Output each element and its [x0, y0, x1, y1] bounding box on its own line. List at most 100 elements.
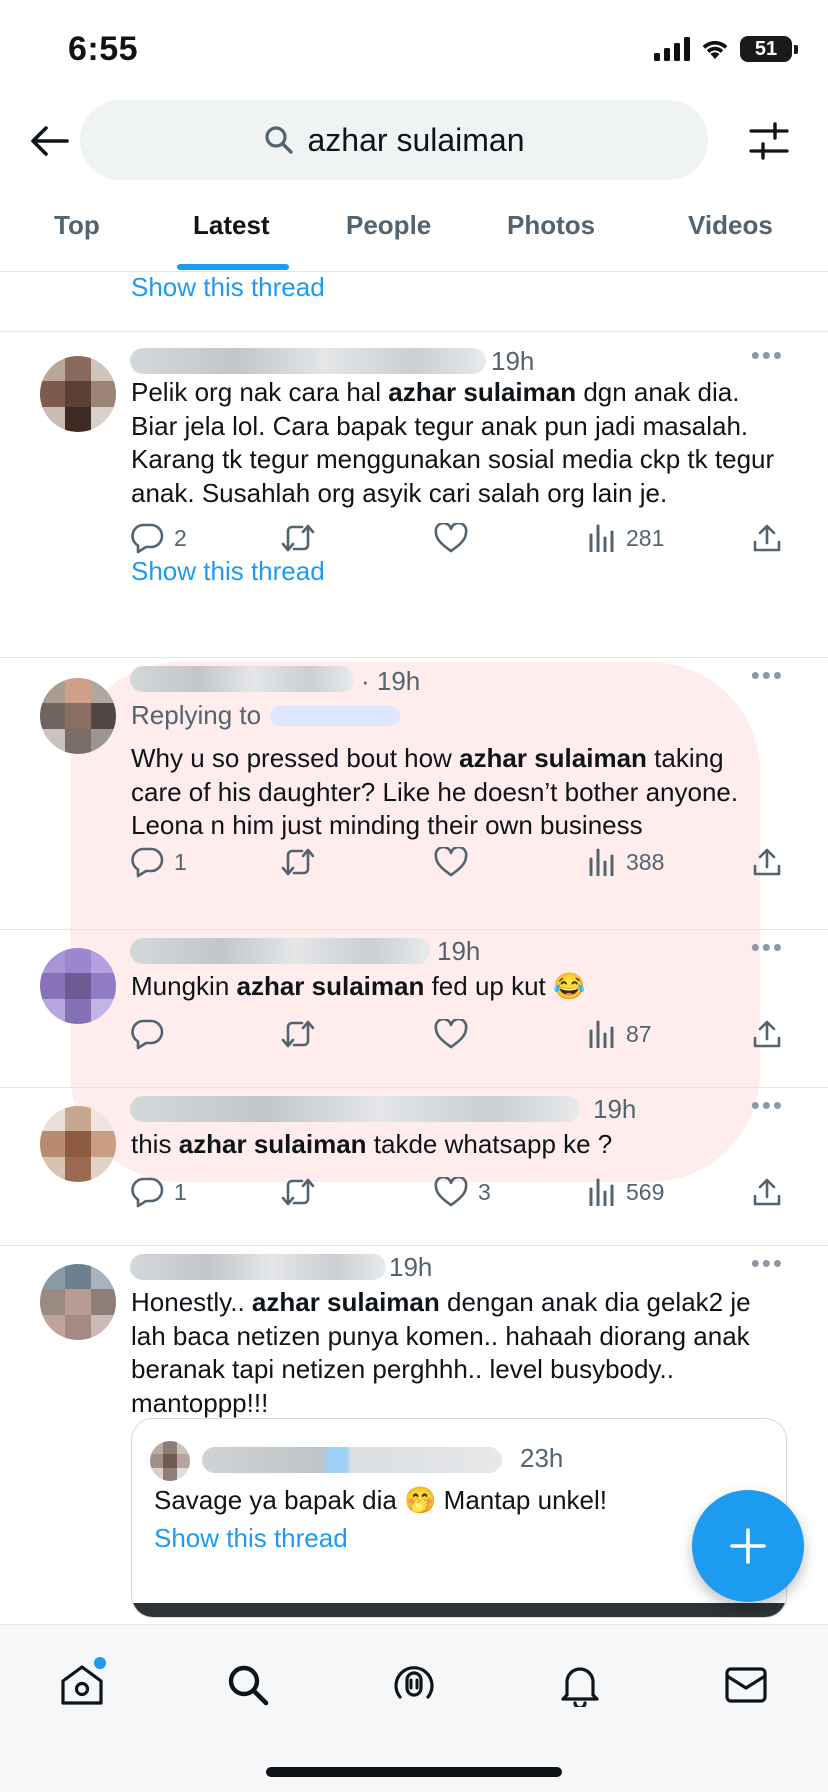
reply-count: 1 — [174, 1178, 187, 1205]
retweet-icon — [281, 1020, 315, 1048]
signal-icon — [654, 37, 690, 61]
tweet-actions: 2 281 — [130, 518, 790, 558]
reply-count: 2 — [174, 524, 187, 551]
heart-icon — [434, 847, 468, 877]
compose-button[interactable] — [692, 1490, 804, 1602]
like-button[interactable] — [434, 518, 468, 558]
retweet-icon — [281, 1178, 315, 1206]
back-button[interactable] — [26, 118, 72, 164]
tweet-text: Pelik org nak cara hal azhar sulaiman dg… — [131, 377, 775, 508]
reply-button[interactable]: 1 — [130, 842, 187, 882]
views-count: 388 — [626, 848, 665, 875]
heart-icon — [434, 1177, 468, 1207]
like-button[interactable] — [434, 842, 468, 882]
author-name-redacted — [130, 938, 430, 964]
author-name-redacted — [130, 666, 354, 692]
views-count: 87 — [626, 1020, 652, 1047]
tweet-time: 19h — [491, 346, 535, 376]
retweet-button[interactable] — [280, 842, 316, 882]
heart-icon — [434, 523, 468, 553]
share-button[interactable] — [752, 1172, 782, 1212]
more-icon[interactable]: ••• — [751, 340, 784, 371]
reply-icon — [131, 847, 164, 878]
tweet-time: 19h — [389, 1252, 433, 1282]
tweet-actions: 87 — [130, 1014, 790, 1054]
avatar[interactable] — [40, 678, 116, 754]
reply-handle-redacted — [270, 706, 400, 726]
tweet-actions: 1 388 — [130, 842, 790, 882]
more-icon[interactable]: ••• — [751, 1248, 784, 1279]
search-results-feed: Show this thread 19h ••• Pelik org nak c… — [0, 272, 828, 1624]
share-button[interactable] — [752, 518, 782, 558]
battery-indicator: 51 — [740, 36, 798, 62]
avatar[interactable] — [40, 1106, 116, 1182]
bar-chart-icon — [589, 524, 614, 552]
tab-top[interactable]: Top — [54, 210, 100, 241]
reply-icon — [131, 1019, 164, 1050]
reply-button[interactable] — [130, 1014, 164, 1054]
nav-explore[interactable] — [218, 1655, 278, 1715]
retweet-button[interactable] — [280, 1172, 316, 1212]
quoted-tweet[interactable]: 23h Savage ya bapak dia 🤭 Mantap unkel! … — [131, 1418, 787, 1618]
tab-videos[interactable]: Videos — [688, 210, 773, 241]
tab-photos[interactable]: Photos — [507, 210, 595, 241]
tweet-time: · 19h — [361, 666, 421, 696]
share-button[interactable] — [752, 1014, 782, 1054]
reply-icon — [131, 523, 164, 554]
more-icon[interactable]: ••• — [751, 1090, 784, 1121]
bar-chart-icon — [589, 1178, 614, 1206]
active-tab-indicator — [177, 264, 289, 270]
tweet-text: this azhar sulaiman takde whatsapp ke ? — [131, 1129, 613, 1159]
nav-spaces[interactable] — [384, 1655, 444, 1715]
avatar[interactable] — [40, 948, 116, 1024]
share-button[interactable] — [752, 842, 782, 882]
tweet[interactable]: · 19h ••• Replying to Why u so pressed b… — [0, 658, 828, 923]
views-button[interactable]: 569 — [588, 1172, 664, 1212]
views-button[interactable]: 87 — [588, 1014, 652, 1054]
nav-messages[interactable] — [716, 1655, 776, 1715]
retweet-button[interactable] — [280, 518, 316, 558]
more-icon[interactable]: ••• — [751, 660, 784, 691]
avatar[interactable] — [40, 356, 116, 432]
views-count: 569 — [626, 1178, 665, 1205]
search-tabs: Top Latest People Photos Videos — [0, 196, 828, 272]
reply-button[interactable]: 2 — [130, 518, 187, 558]
replying-to-label: Replying to — [131, 700, 262, 730]
more-icon[interactable]: ••• — [751, 932, 784, 963]
show-thread-link[interactable]: Show this thread — [131, 556, 325, 587]
tweet-time: 19h — [437, 936, 481, 966]
views-button[interactable]: 281 — [588, 518, 664, 558]
tweet-time: 19h — [593, 1094, 637, 1124]
filter-button[interactable] — [746, 118, 792, 164]
search-input[interactable]: azhar sulaiman — [80, 100, 708, 180]
like-button[interactable] — [434, 1014, 468, 1054]
avatar[interactable] — [40, 1264, 116, 1340]
search-query: azhar sulaiman — [307, 121, 525, 158]
retweet-icon — [281, 524, 315, 552]
mail-icon — [725, 1667, 767, 1703]
views-count: 281 — [626, 524, 665, 551]
views-button[interactable]: 388 — [588, 842, 664, 882]
show-thread-link[interactable]: Show this thread — [154, 1523, 348, 1554]
tweet-text: Mungkin azhar sulaiman fed up kut 😂 — [131, 971, 586, 1001]
like-button[interactable]: 3 — [434, 1172, 491, 1212]
nav-home[interactable] — [52, 1655, 112, 1715]
tweet[interactable]: 19h ••• Pelik org nak cara hal azhar sul… — [0, 332, 828, 597]
reply-button[interactable]: 1 — [130, 1172, 187, 1212]
bar-chart-icon — [589, 1020, 614, 1048]
tab-latest[interactable]: Latest — [193, 210, 270, 241]
sliders-icon — [749, 122, 789, 160]
share-icon — [753, 1020, 781, 1048]
tab-people[interactable]: People — [346, 210, 431, 241]
tweet[interactable]: 19h ••• Mungkin azhar sulaiman fed up ku… — [0, 930, 828, 1086]
nav-notifications[interactable] — [550, 1655, 610, 1715]
reply-icon — [131, 1177, 164, 1208]
retweet-button[interactable] — [280, 1014, 316, 1054]
quoted-text: Savage ya bapak dia 🤭 Mantap unkel! — [154, 1485, 607, 1515]
status-bar: 6:55 51 — [0, 0, 828, 96]
quoted-media-preview — [132, 1603, 786, 1617]
show-thread-link[interactable]: Show this thread — [131, 272, 325, 303]
quoted-avatar — [150, 1441, 190, 1481]
plus-icon — [730, 1528, 766, 1564]
tweet[interactable]: 19h ••• this azhar sulaiman takde whatsa… — [0, 1088, 828, 1244]
